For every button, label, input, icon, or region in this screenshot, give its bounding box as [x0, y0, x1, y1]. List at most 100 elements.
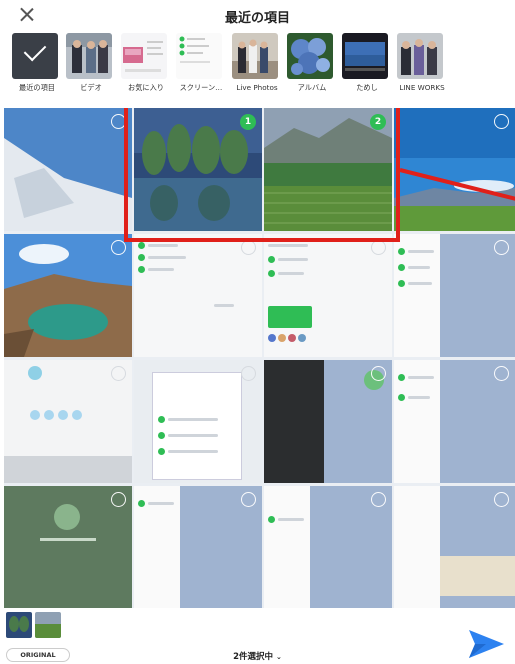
- photo-cell[interactable]: [394, 108, 515, 231]
- select-circle[interactable]: [494, 366, 509, 381]
- avatar: [298, 334, 306, 342]
- app-icon: [398, 248, 405, 255]
- album-thumb-favorites: [121, 33, 167, 79]
- text-line: [40, 538, 96, 541]
- screenshot-cell[interactable]: [264, 234, 392, 357]
- album-video[interactable]: ビデオ: [66, 33, 116, 92]
- screenshot-cell[interactable]: [4, 360, 132, 483]
- app-icon: [398, 264, 405, 271]
- select-circle[interactable]: [371, 240, 386, 255]
- app-icon: [398, 374, 405, 381]
- app-icon: [158, 448, 165, 455]
- album-thumb-live-photos: [232, 33, 278, 79]
- side-panel: [394, 486, 440, 608]
- send-icon[interactable]: [466, 624, 506, 664]
- header: 最近の項目: [0, 0, 515, 30]
- album-thumb-line-works: [397, 33, 443, 79]
- keyboard: [4, 456, 132, 483]
- app-icon: [138, 242, 145, 249]
- banner: [268, 306, 312, 328]
- app-icon: [138, 266, 145, 273]
- chevron-down-icon[interactable]: ⌄: [276, 653, 282, 661]
- selection-count: 2件選択中 ⌄: [0, 650, 515, 662]
- avatar: [268, 334, 276, 342]
- app-icon: [138, 254, 145, 261]
- highlight-box: [124, 108, 400, 242]
- avatar: [278, 334, 286, 342]
- album-albums[interactable]: アルバム: [287, 33, 337, 92]
- text-line: [168, 418, 218, 421]
- album-label: LINE WORKS: [399, 83, 445, 92]
- screenshot-cell[interactable]: [264, 360, 392, 483]
- text-line: [268, 244, 308, 247]
- avatar: [44, 410, 54, 420]
- app-icon: [398, 280, 405, 287]
- album-thumb-recent: [12, 33, 58, 79]
- side-panel: [264, 486, 310, 608]
- album-thumb-tameshi: [342, 33, 388, 79]
- avatar: [30, 410, 40, 420]
- text-line: [168, 450, 218, 453]
- photo-cell[interactable]: [4, 234, 132, 357]
- selected-thumbnail[interactable]: [6, 612, 32, 638]
- text-line: [408, 376, 434, 379]
- screenshot-cell[interactable]: [4, 486, 132, 608]
- screenshot-cell[interactable]: [394, 486, 515, 608]
- select-circle[interactable]: [371, 492, 386, 507]
- text-line: [148, 244, 178, 247]
- text-line: [168, 434, 218, 437]
- app-icon: [268, 270, 275, 277]
- selected-thumbnail[interactable]: [35, 612, 61, 638]
- select-circle[interactable]: [494, 492, 509, 507]
- album-thumb-video: [66, 33, 112, 79]
- screenshot-cell[interactable]: [394, 234, 515, 357]
- screenshot-cell[interactable]: [134, 234, 262, 357]
- screenshot-cell[interactable]: [394, 360, 515, 483]
- text-line: [408, 396, 430, 399]
- screenshot-cell[interactable]: [134, 360, 262, 483]
- app-icon: [138, 500, 145, 507]
- text-line: [148, 502, 174, 505]
- text-line: [148, 256, 186, 259]
- select-circle[interactable]: [494, 114, 509, 129]
- select-circle[interactable]: [111, 366, 126, 381]
- select-circle[interactable]: [111, 492, 126, 507]
- select-circle[interactable]: [241, 366, 256, 381]
- select-circle[interactable]: [241, 240, 256, 255]
- select-circle[interactable]: [494, 240, 509, 255]
- page-title: 最近の項目: [224, 11, 290, 26]
- avatar: [288, 334, 296, 342]
- bottom-bar: ORIGINAL 2件選択中 ⌄: [0, 608, 515, 664]
- text-line: [148, 268, 174, 271]
- photo-cell[interactable]: [4, 108, 132, 231]
- avatar: [54, 504, 80, 530]
- select-circle[interactable]: [111, 240, 126, 255]
- screenshot-cell[interactable]: [264, 486, 392, 608]
- app-icon: [268, 256, 275, 263]
- album-recent[interactable]: 最近の項目: [12, 33, 62, 92]
- app-icon: [158, 432, 165, 439]
- album-live-photos[interactable]: Live Photos: [232, 33, 282, 92]
- select-circle[interactable]: [241, 492, 256, 507]
- album-thumb-albums: [287, 33, 333, 79]
- app-icon: [158, 416, 165, 423]
- album-screenshots[interactable]: スクリーン…: [176, 33, 226, 92]
- select-circle[interactable]: [371, 366, 386, 381]
- photo-grid: 1 2: [4, 108, 515, 608]
- text-line: [278, 518, 304, 521]
- text-line: [408, 282, 432, 285]
- avatar: [72, 410, 82, 420]
- album-strip: 最近の項目 ビデオ お気に入り スクリーン… Live Photos アルバム: [0, 33, 515, 97]
- app-icon: [398, 394, 405, 401]
- album-line-works[interactable]: LINE WORKS: [397, 33, 447, 92]
- screenshot-cell[interactable]: [134, 486, 262, 608]
- avatar: [28, 366, 42, 380]
- text-line: [214, 304, 234, 307]
- avatar: [58, 410, 68, 420]
- album-thumb-screenshots: [176, 33, 222, 79]
- selection-count-label: 2件選択中: [233, 652, 274, 662]
- album-favorites[interactable]: お気に入り: [121, 33, 171, 92]
- album-tameshi[interactable]: ためし: [342, 33, 392, 92]
- text-line: [408, 250, 434, 253]
- app-icon: [268, 516, 275, 523]
